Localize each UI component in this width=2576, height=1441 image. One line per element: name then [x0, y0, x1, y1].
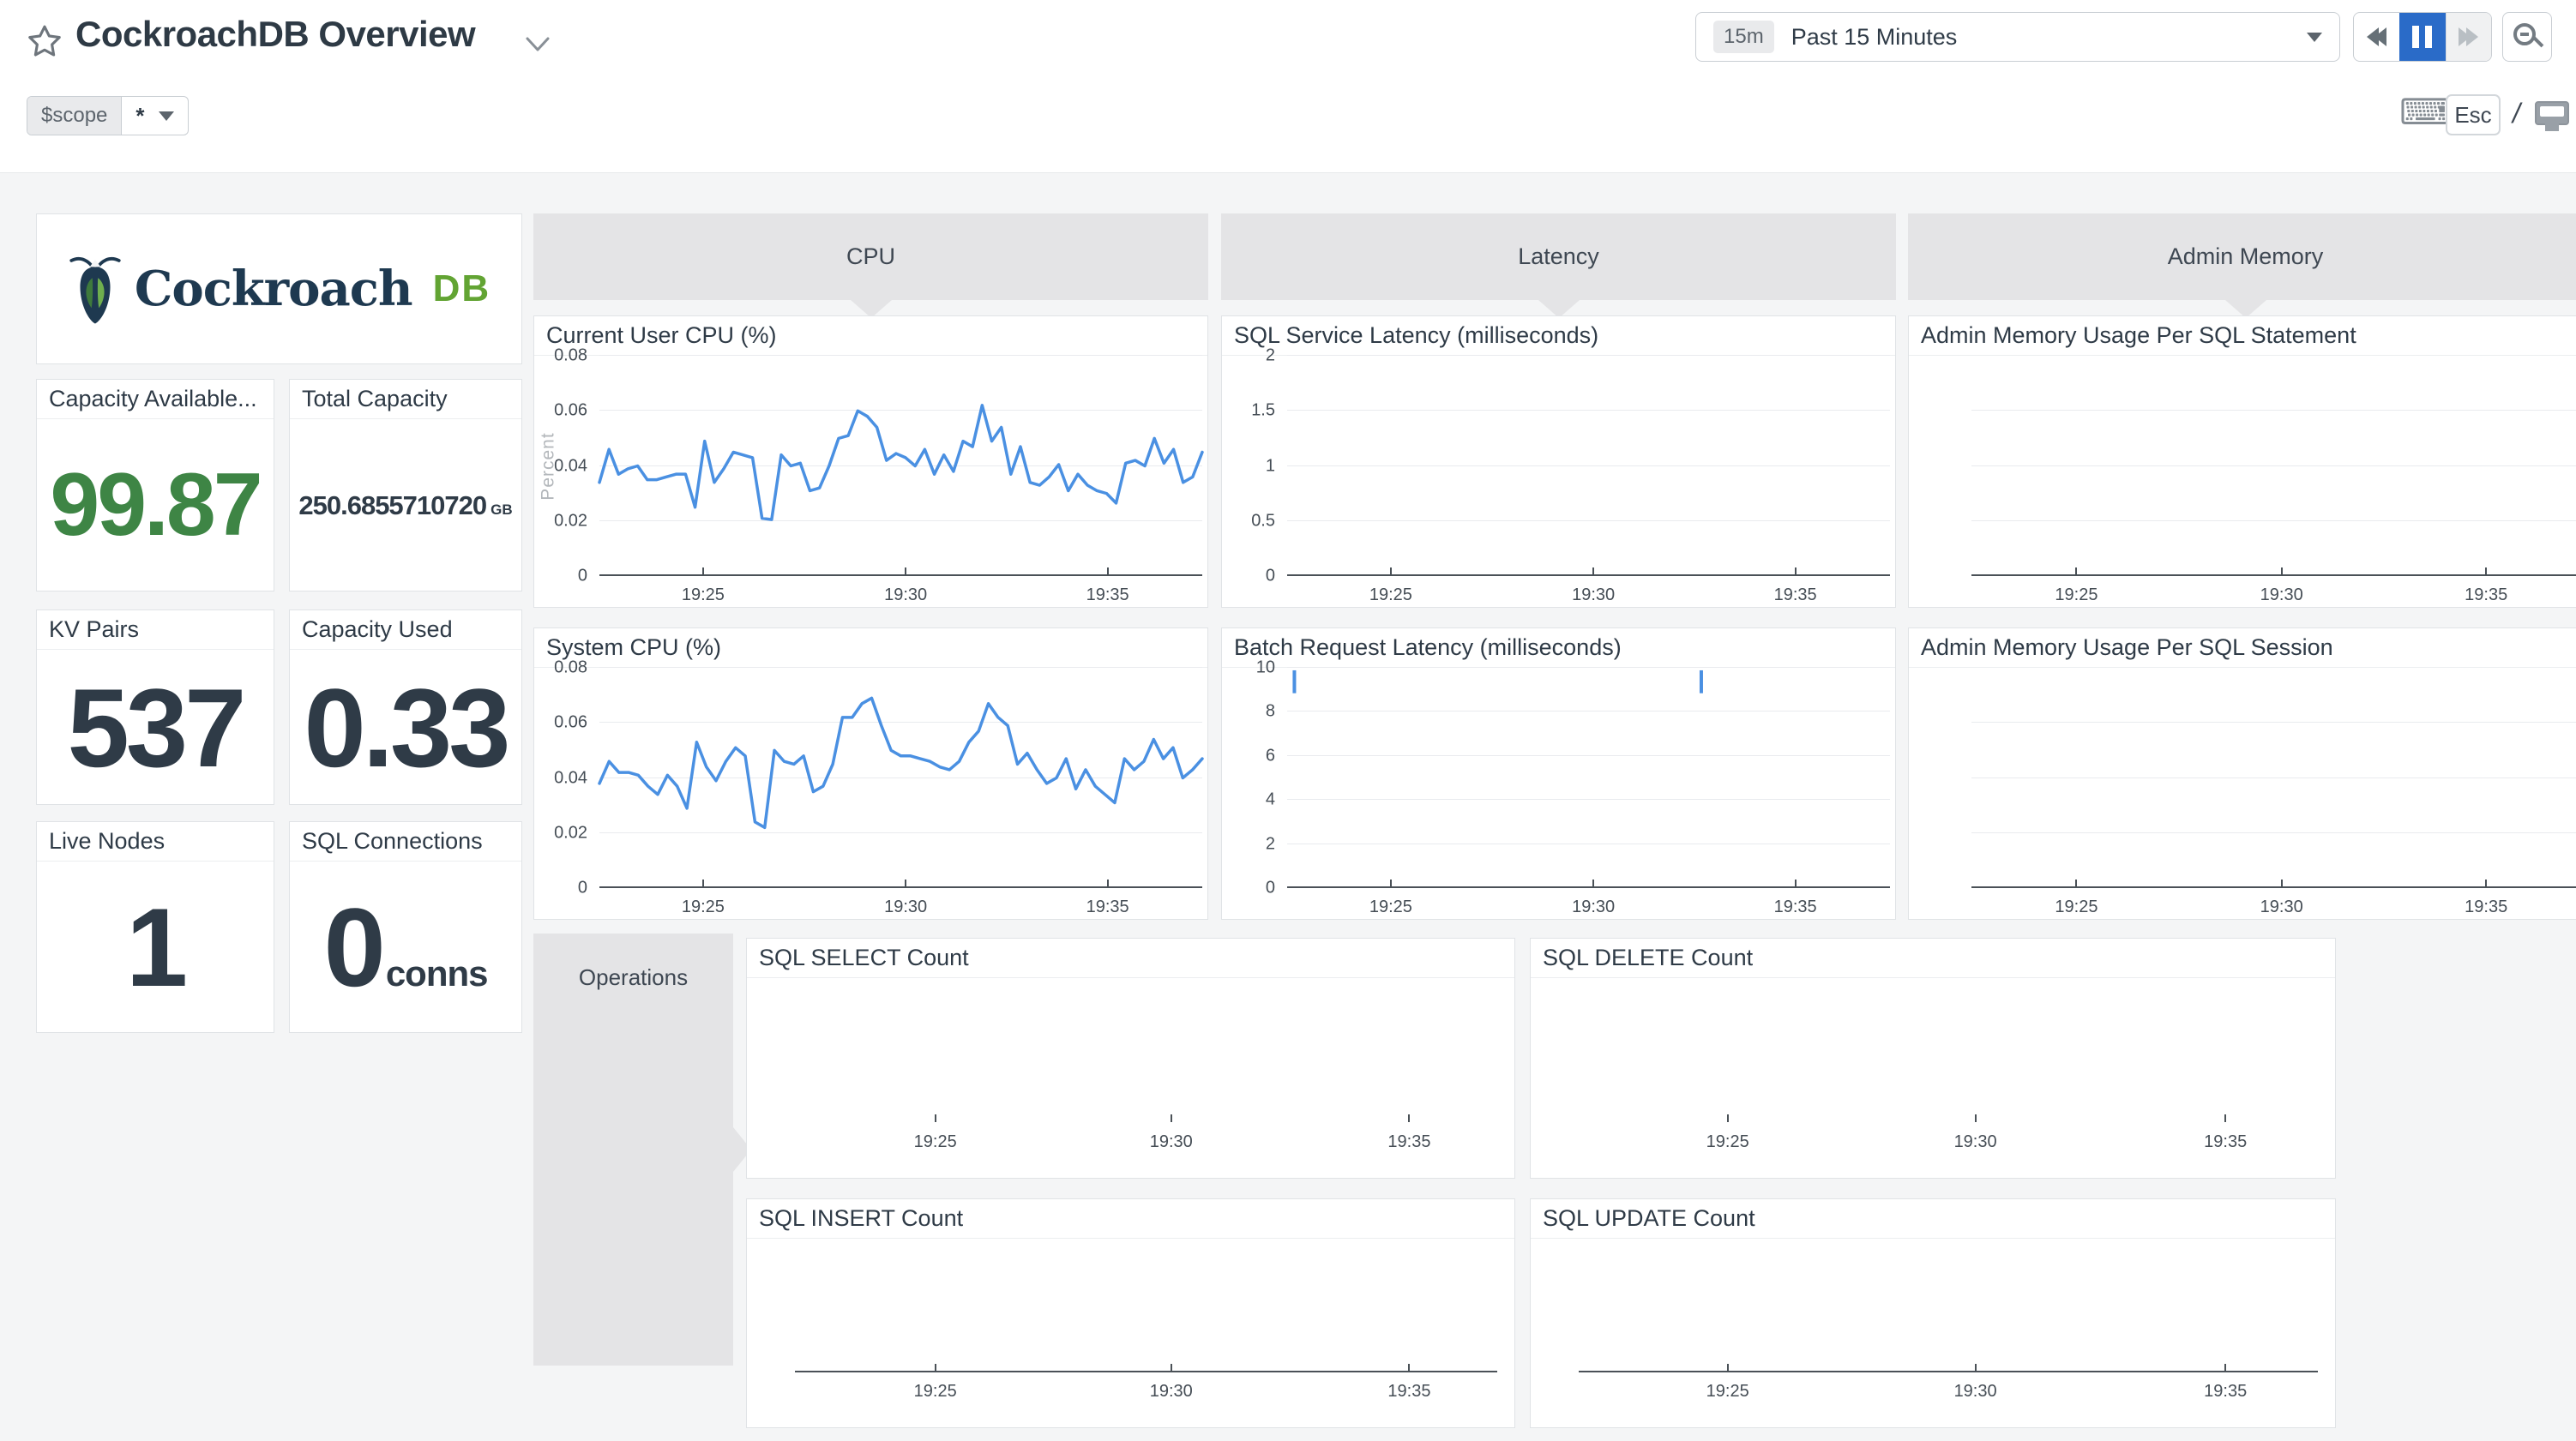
scope-var-name: $scope — [27, 97, 122, 135]
plot-area[interactable]: 19:2519:3019:35 — [1971, 668, 2576, 888]
plot-area[interactable]: 19:2519:3019:35 — [764, 978, 1499, 1123]
cockroach-bug-icon — [68, 252, 123, 326]
chart-title: SQL INSERT Count — [747, 1199, 1514, 1239]
stat-title: Total Capacity — [290, 380, 521, 419]
stat-value: 0.33 — [290, 651, 521, 804]
time-range-picker[interactable]: 15m Past 15 Minutes — [1695, 12, 2340, 62]
rewind-icon — [2374, 27, 2386, 46]
stat-value-number: 250.6855710720 — [298, 490, 486, 521]
plot-area[interactable]: 19:2519:3019:35 — [1548, 1239, 2320, 1372]
time-range-badge: 15m — [1713, 21, 1774, 53]
y-axis-tick-labels: 0246810 — [1222, 668, 1282, 888]
logo-wordmark: Cockroach — [135, 261, 412, 317]
stat-value: 0conns — [290, 862, 521, 1032]
stat-title: Live Nodes — [37, 822, 274, 862]
group-header-label: Latency — [1518, 243, 1599, 270]
chart-title: Admin Memory Usage Per SQL Session — [1909, 628, 2576, 668]
chart-sql-delete-count: SQL DELETE Count 19:2519:3019:35 — [1530, 938, 2336, 1179]
chart-title: SQL SELECT Count — [747, 939, 1514, 978]
time-range-label: Past 15 Minutes — [1791, 24, 2307, 51]
stat-value-unit: conns — [386, 953, 488, 994]
logo-db-suffix: DB — [433, 267, 491, 310]
chart-admin-memory-per-sql-statement: Admin Memory Usage Per SQL Statement 19:… — [1908, 315, 2576, 608]
y-axis-tick-labels: 00.020.040.060.08 — [534, 668, 594, 888]
plot-area[interactable]: 19:2519:3019:35 — [599, 356, 1202, 576]
stat-title: KV Pairs — [37, 610, 274, 650]
stat-card-total-capacity[interactable]: Total Capacity 250.6855710720 GB — [289, 379, 522, 591]
group-header-admin-memory[interactable]: Admin Memory — [1908, 213, 2576, 300]
chart-sql-service-latency: SQL Service Latency (milliseconds) 00.51… — [1221, 315, 1896, 608]
time-range-caret-down-icon — [2307, 33, 2322, 42]
stat-card-sql-connections[interactable]: SQL Connections 0conns — [289, 821, 522, 1033]
esc-key-button[interactable]: Esc — [2446, 94, 2501, 135]
stat-title: Capacity Available... — [37, 380, 274, 419]
rewind-button[interactable] — [2354, 13, 2399, 61]
stat-value: 537 — [37, 651, 274, 804]
tv-mode-icon[interactable] — [2535, 101, 2569, 125]
pause-button[interactable] — [2399, 13, 2445, 61]
plot-area[interactable]: 19:2519:3019:35 — [599, 668, 1202, 888]
plot-area[interactable]: 19:2519:3019:35 — [1971, 356, 2576, 576]
group-header-label: Operations — [533, 964, 733, 991]
chart-batch-request-latency: Batch Request Latency (milliseconds) 024… — [1221, 627, 1896, 920]
plot-area[interactable]: 19:2519:3019:35 — [1287, 668, 1890, 888]
cockroachdb-overview-dashboard: CockroachDB Overview $scope * 15m Past 1… — [0, 0, 2576, 1441]
chart-title: SQL UPDATE Count — [1531, 1199, 2335, 1239]
pause-icon — [2412, 26, 2432, 48]
y-axis-tick-labels: 00.020.040.060.08 — [534, 356, 594, 576]
stat-title: Capacity Used — [290, 610, 521, 650]
chart-sql-select-count: SQL SELECT Count 19:2519:3019:35 — [746, 938, 1515, 1179]
chart-admin-memory-per-sql-session: Admin Memory Usage Per SQL Session 19:25… — [1908, 627, 2576, 920]
chart-current-user-cpu: Current User CPU (%) Percent 00.020.040.… — [533, 315, 1208, 608]
template-variable-scope[interactable]: $scope * — [27, 96, 189, 135]
page-title: CockroachDB Overview — [75, 14, 475, 55]
group-header-cpu[interactable]: CPU — [533, 213, 1208, 300]
fast-forward-icon — [2466, 27, 2478, 46]
stat-value: 99.87 — [37, 420, 274, 591]
scope-var-value: * — [122, 97, 187, 135]
group-header-label: CPU — [846, 243, 895, 270]
chart-title: Admin Memory Usage Per SQL Statement — [1909, 316, 2576, 356]
title-chevron-down-icon[interactable] — [525, 36, 551, 53]
stat-card-kv-pairs[interactable]: KV Pairs 537 — [36, 609, 274, 805]
chart-title: SQL Service Latency (milliseconds) — [1222, 316, 1895, 356]
favorite-star-icon[interactable] — [26, 22, 63, 60]
top-bar: CockroachDB Overview $scope * 15m Past 1… — [0, 0, 2576, 172]
stat-value: 250.6855710720 GB — [290, 420, 521, 591]
zoom-out-button[interactable] — [2502, 12, 2552, 62]
plot-area[interactable]: 19:2519:3019:35 — [1548, 978, 2320, 1123]
chart-system-cpu: System CPU (%) 00.020.040.060.08 19:2519… — [533, 627, 1208, 920]
plot-area[interactable]: 19:2519:3019:35 — [764, 1239, 1499, 1372]
chart-sql-update-count: SQL UPDATE Count 19:2519:3019:35 — [1530, 1198, 2336, 1428]
group-header-label: Admin Memory — [2168, 243, 2324, 270]
scope-caret-down-icon — [159, 111, 174, 121]
slash-separator: / — [2513, 98, 2520, 129]
zoom-out-magnifier-icon — [2513, 23, 2536, 45]
group-header-operations[interactable]: Operations — [533, 934, 733, 1366]
playback-controls — [2353, 12, 2492, 62]
chart-sql-insert-count: SQL INSERT Count 19:2519:3019:35 — [746, 1198, 1515, 1428]
keyboard-shortcuts-icon[interactable]: ⌨ — [2399, 94, 2452, 130]
scope-var-value-text: * — [135, 97, 144, 135]
group-header-latency[interactable]: Latency — [1221, 213, 1896, 300]
cockroachdb-logo-card[interactable]: Cockroach DB — [36, 213, 522, 364]
chart-title: System CPU (%) — [534, 628, 1207, 668]
y-axis-tick-labels: 00.511.52 — [1222, 356, 1282, 576]
stat-title: SQL Connections — [290, 822, 521, 862]
chart-title: Batch Request Latency (milliseconds) — [1222, 628, 1895, 668]
stat-value-number: 0 — [324, 883, 382, 1012]
stat-value-unit: GB — [491, 501, 513, 519]
plot-area[interactable]: 19:2519:3019:35 — [1287, 356, 1890, 576]
stat-card-capacity-available[interactable]: Capacity Available... 99.87 — [36, 379, 274, 591]
stat-card-capacity-used[interactable]: Capacity Used 0.33 — [289, 609, 522, 805]
stat-value: 1 — [37, 862, 274, 1032]
fast-forward-button[interactable] — [2446, 13, 2491, 61]
chart-title: Current User CPU (%) — [534, 316, 1207, 356]
chart-title: SQL DELETE Count — [1531, 939, 2335, 978]
stat-card-live-nodes[interactable]: Live Nodes 1 — [36, 821, 274, 1033]
